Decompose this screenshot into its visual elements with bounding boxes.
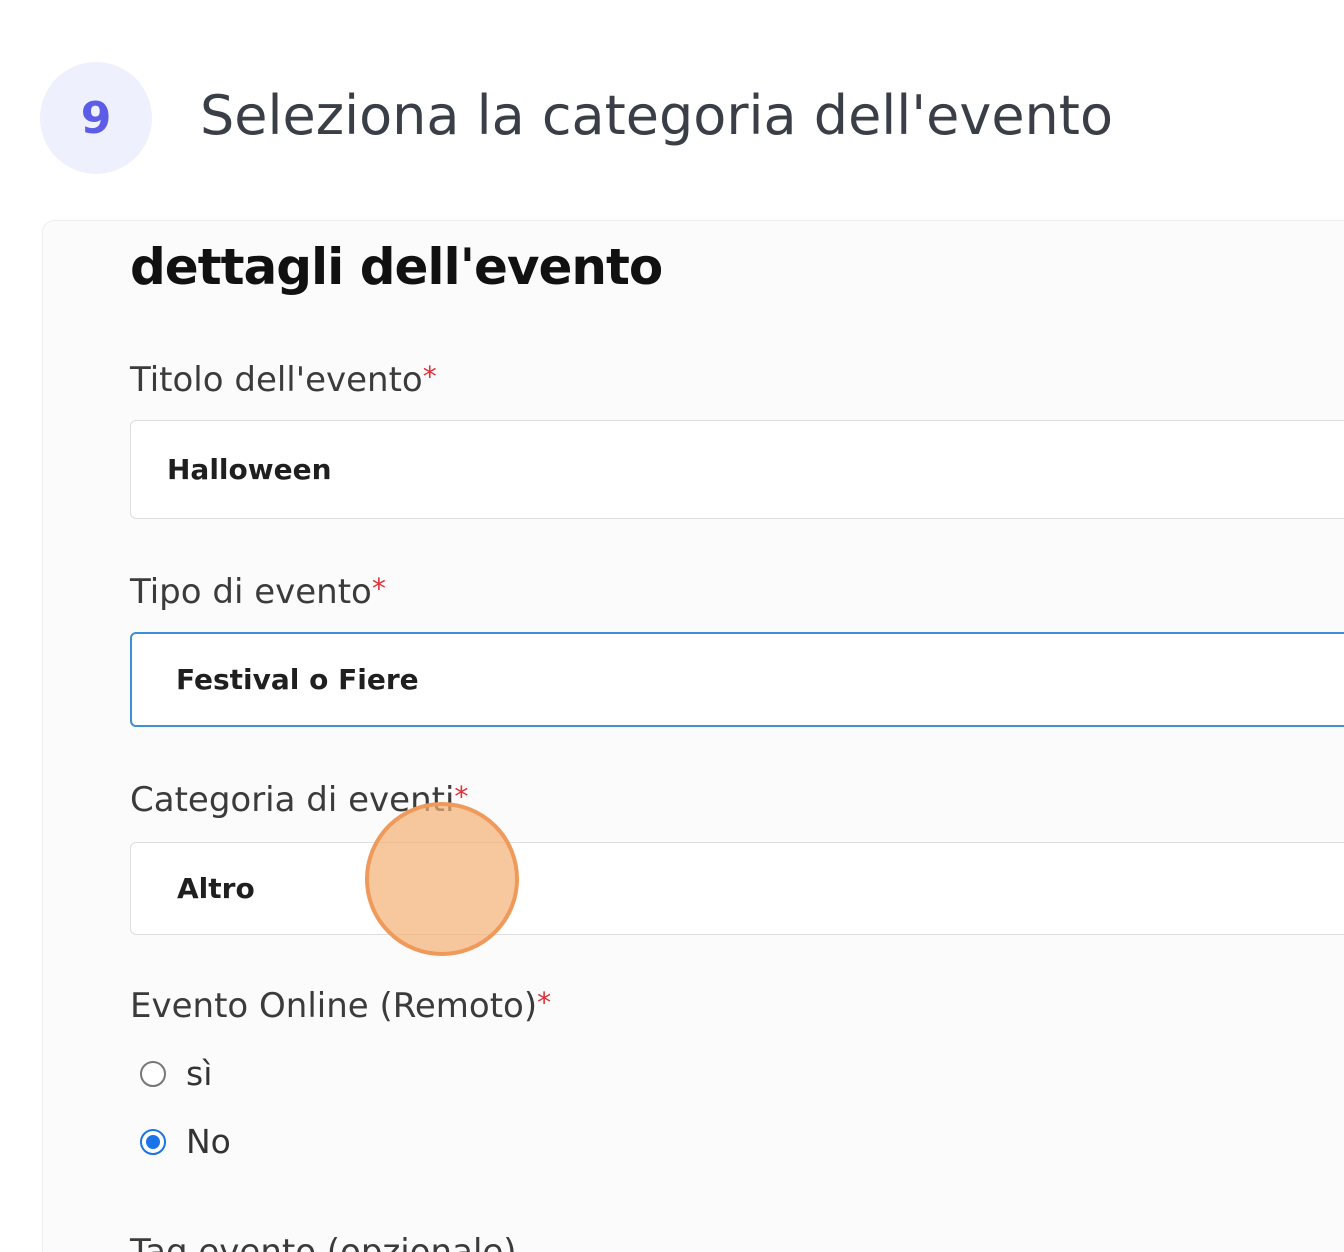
event-tags-label: Tag evento (opzionale) (130, 1232, 517, 1252)
event-title-input[interactable]: Halloween (130, 420, 1344, 519)
radio-unchecked-icon[interactable] (140, 1060, 166, 1087)
event-title-label: Titolo dell'evento* (130, 360, 437, 400)
step-title: Seleziona la categoria dell'evento (200, 84, 1113, 147)
required-asterisk: * (371, 572, 386, 605)
event-type-label-text: Tipo di evento (130, 572, 372, 612)
event-category-value: Altro (177, 872, 255, 905)
tutorial-step-page: 9 Seleziona la categoria dell'evento det… (0, 0, 1344, 1252)
event-type-select[interactable]: Festival o Fiere (130, 632, 1344, 727)
online-no-option[interactable]: No (140, 1122, 231, 1161)
online-yes-option[interactable]: sì (140, 1054, 212, 1093)
online-yes-label: sì (186, 1054, 213, 1093)
required-asterisk: * (537, 986, 552, 1019)
section-title: dettagli dell'evento (130, 238, 663, 296)
event-type-value: Festival o Fiere (176, 663, 419, 696)
online-event-label: Evento Online (Remoto)* (130, 986, 551, 1026)
event-category-select[interactable]: Altro (130, 842, 1344, 935)
event-title-label-text: Titolo dell'evento (130, 360, 423, 400)
event-title-value: Halloween (167, 453, 332, 486)
step-number-badge: 9 (40, 62, 152, 174)
online-no-label: No (186, 1122, 231, 1161)
radio-checked-icon[interactable] (140, 1128, 166, 1155)
required-asterisk: * (422, 360, 437, 393)
online-event-label-text: Evento Online (Remoto) (130, 986, 538, 1026)
event-type-label: Tipo di evento* (130, 572, 386, 612)
click-indicator (365, 802, 519, 956)
step-number: 9 (80, 92, 112, 144)
